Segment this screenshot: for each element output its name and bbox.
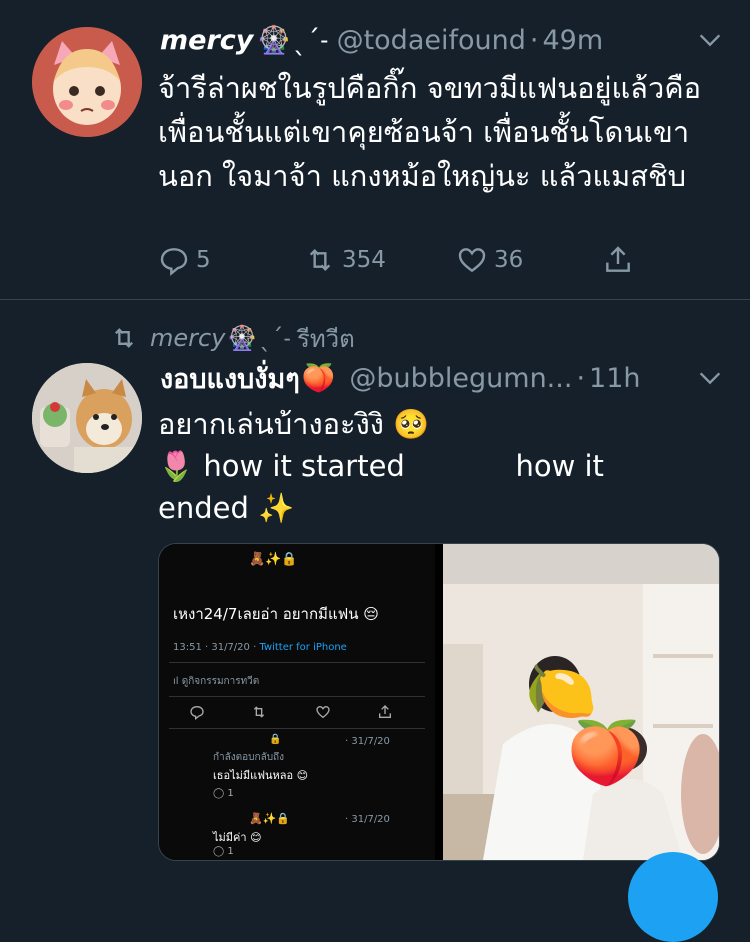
- media-meta-client: Twitter for iPhone: [259, 642, 347, 653]
- heart-icon: [316, 705, 330, 719]
- tweet-header: mercy 🎡 ˎˊ˗ @todaeifound · 49m: [160, 20, 603, 60]
- user-handle[interactable]: @bubblegumn...: [349, 363, 572, 394]
- reply2-actions: ◯ 1: [213, 846, 234, 857]
- chevron-down-icon[interactable]: [696, 26, 724, 54]
- avatar-bubblegum[interactable]: [32, 363, 142, 473]
- tweet-actions: 5 354 36: [158, 244, 658, 284]
- tweet-text-line-2: 🌷 how it started how it: [158, 449, 604, 483]
- media-top-icons: 🧸✨🔒: [249, 552, 298, 567]
- reply-count: 5: [196, 247, 211, 273]
- reply1-actions: ◯ 1: [213, 788, 234, 799]
- media-actions: [189, 704, 409, 724]
- reply2-date: · 31/7/20: [345, 814, 390, 825]
- reply-button[interactable]: 5: [158, 244, 211, 276]
- timestamp[interactable]: 49m: [542, 25, 603, 56]
- reply1-text: เธอไม่มีแฟนหลอ 😊: [213, 769, 309, 782]
- retweet-count: 354: [342, 247, 386, 273]
- reply-icon: [160, 248, 188, 276]
- media-meta: 13:51 · 31/7/20 · Twitter for iPhone: [173, 642, 347, 653]
- media-meta-time: 13:51 · 31/7/20 ·: [173, 642, 260, 653]
- name-emoji: 🍑: [301, 363, 336, 394]
- media-divider: [169, 662, 425, 663]
- user-handle[interactable]: @todaeifound: [337, 25, 526, 56]
- lemon-emoji-sticker: 🍋: [525, 657, 598, 725]
- share-icon: [606, 246, 630, 272]
- reply-icon: ◯: [213, 846, 225, 857]
- reply-icon: ◯: [213, 788, 225, 799]
- reply2-count: 1: [227, 846, 234, 857]
- avatar-mercy[interactable]: [32, 27, 142, 137]
- retweet-icon: [309, 248, 331, 272]
- display-name[interactable]: งอบแงบงั่มๆ: [160, 357, 300, 400]
- tweet-text-line-3: ended ✨: [158, 491, 295, 525]
- heart-icon: [458, 248, 486, 273]
- media-main-text: เหงา24/7เลยอ่า อยากมีแฟน 😔: [173, 605, 379, 623]
- separator-dot: ·: [529, 24, 539, 56]
- reply1-count: 1: [227, 788, 234, 799]
- reply1-date: · 31/7/20: [345, 736, 390, 747]
- tweet-media[interactable]: 🧸✨🔒 เหงา24/7เลยอ่า อยากมีแฟน 😔 13:51 · 3…: [158, 543, 720, 861]
- share-button[interactable]: [602, 244, 640, 276]
- retweet-icon: [253, 706, 265, 718]
- name-emoji: 🎡: [257, 25, 291, 56]
- separator-dot: ·: [576, 362, 586, 394]
- media-activity: ıl ดูกิจกรรมการทวีต: [173, 676, 260, 687]
- tweet-1[interactable]: mercy 🎡 ˎˊ˗ @todaeifound · 49m จ้ารีล่าผ…: [0, 0, 750, 298]
- reply1-lock-icon: 🔒: [269, 734, 282, 745]
- tweet-header: งอบแงบงั่มๆ 🍑 @bubblegumn... · 11h: [160, 358, 641, 398]
- display-name[interactable]: mercy: [160, 25, 253, 56]
- timestamp[interactable]: 11h: [589, 363, 640, 394]
- chevron-down-icon[interactable]: [696, 364, 724, 392]
- reply2-text: ไม่มีค่า 😊: [213, 831, 262, 844]
- media-divider: [169, 696, 425, 697]
- compose-button[interactable]: [628, 852, 718, 942]
- like-count: 36: [494, 247, 524, 273]
- tweet-text-line-1: อยากเล่นบ้างอะงิงิ 🥺: [158, 407, 430, 441]
- media-image-photo[interactable]: 🍋 🍑: [443, 544, 719, 860]
- reply2-icons: 🧸✨🔒: [249, 812, 291, 825]
- reply-icon: [190, 705, 204, 720]
- like-button[interactable]: 36: [456, 244, 523, 276]
- tweet-text: จ้ารีล่าผชในรูปคือกิ๊ก จขทวมีแฟนอยู่แล้ว…: [158, 71, 702, 193]
- reply1-context: กำลังตอบกลับถึง: [213, 752, 284, 763]
- media-image-screenshot[interactable]: 🧸✨🔒 เหงา24/7เลยอ่า อยากมีแฟน 😔 13:51 · 3…: [159, 544, 435, 860]
- retweet-button[interactable]: 354: [304, 244, 386, 276]
- peach-emoji-sticker: 🍑: [567, 716, 645, 789]
- name-suffix: ˎˊ˗: [293, 24, 329, 56]
- media-divider: [169, 728, 425, 729]
- share-icon: [379, 705, 391, 718]
